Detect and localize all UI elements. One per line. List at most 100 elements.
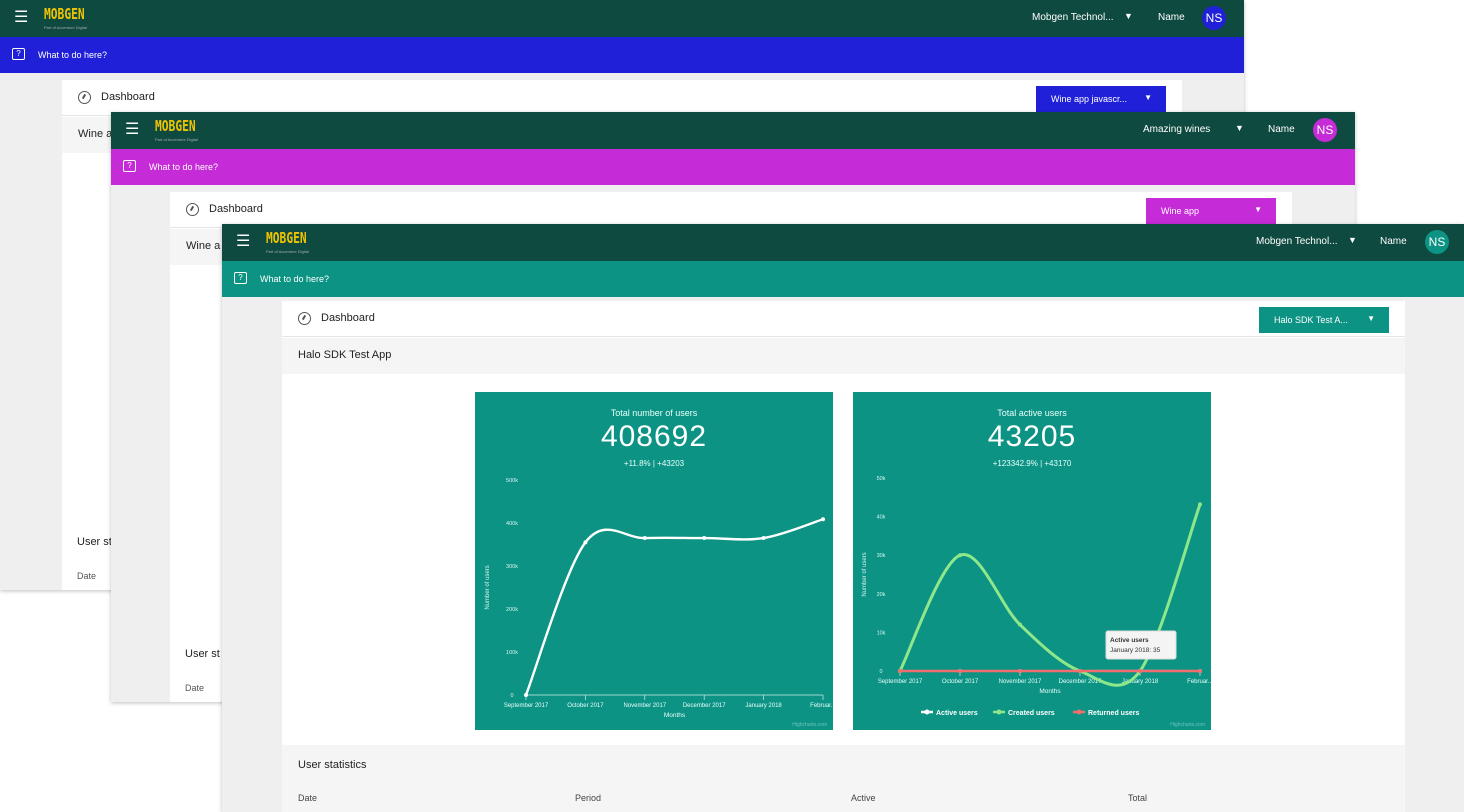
y-tick-label: 40k <box>877 515 886 521</box>
logo: MOBGEN <box>155 117 196 135</box>
caret-down-icon: ▼ <box>1367 314 1375 323</box>
top-bar: ☰ MOBGEN Part of Accenture Digital Mobge… <box>222 224 1464 261</box>
x-axis-label: Months <box>664 712 686 719</box>
app-selector-label: Wine app javascr... <box>1051 94 1128 104</box>
window-front: ☰ MOBGEN Part of Accenture Digital Mobge… <box>222 224 1464 812</box>
chart-credit[interactable]: Highcharts.com <box>1170 722 1205 728</box>
caret-down-icon[interactable]: ▼ <box>1124 11 1133 21</box>
top-bar: ☰ MOBGEN Part of Accenture Digital Amazi… <box>111 112 1355 149</box>
user-stats-title: User st <box>77 536 112 548</box>
y-tick-label: 300k <box>506 564 518 570</box>
logo-subtitle: Part of Accenture Digital <box>44 25 87 30</box>
user-name[interactable]: Name <box>1380 236 1407 247</box>
avatar[interactable]: NS <box>1425 230 1449 254</box>
chart-credit[interactable]: Highcharts.com <box>792 722 827 728</box>
date-header: Date <box>77 571 97 581</box>
top-bar: ☰ MOBGEN Part of Accenture Digital Mobge… <box>0 0 1244 37</box>
avatar[interactable]: NS <box>1202 6 1226 30</box>
org-selector[interactable]: Amazing wines <box>1143 124 1210 135</box>
app-selector-label: Wine app <box>1161 206 1200 216</box>
dashboard-header: Dashboard Wine app javascr... ▼ <box>62 80 1182 116</box>
user-name[interactable]: Name <box>1268 124 1295 135</box>
data-point <box>958 669 962 673</box>
x-tick-label: October 2017 <box>942 679 979 685</box>
data-point <box>761 536 766 541</box>
logo: MOBGEN <box>44 5 85 23</box>
y-tick-label: 30k <box>877 553 886 559</box>
date-header: Date <box>185 683 205 693</box>
tooltip-title: Active users <box>1110 637 1149 644</box>
app-title: Wine a <box>186 240 221 252</box>
y-axis-label: Number of users <box>485 565 491 609</box>
help-text: What to do here? <box>38 50 108 60</box>
y-tick-label: 50k <box>877 476 886 482</box>
data-point <box>1078 669 1082 673</box>
dashboard-header: Dashboard Halo SDK Test A... ▼ <box>282 301 1405 337</box>
series-line <box>524 518 824 696</box>
app-selector[interactable]: Wine app javascr... ▼ <box>1036 86 1166 112</box>
x-tick-label: November 2017 <box>999 679 1042 685</box>
dashboard-title: Dashboard <box>209 203 263 215</box>
chart-plot: 0 10k 20k 30k 40k 50k Number of users September… <box>862 476 1211 717</box>
dashboard-icon <box>186 203 199 216</box>
user-stats-title: User statistics <box>298 759 367 771</box>
x-tick-label: September 2017 <box>504 703 549 709</box>
app-selector[interactable]: Wine app ▼ <box>1146 198 1276 224</box>
tooltip-text: January 2018: 35 <box>1110 647 1161 654</box>
x-tick-label: Februar... <box>1187 679 1211 685</box>
data-point <box>1138 669 1142 673</box>
help-bar[interactable]: ? What to do here? <box>222 261 1464 297</box>
x-tick-label: September 2017 <box>878 679 923 685</box>
user-name[interactable]: Name <box>1158 12 1185 23</box>
help-bar[interactable]: ? What to do here? <box>0 37 1244 73</box>
menu-icon[interactable]: ☰ <box>125 121 139 139</box>
legend-marker <box>924 709 930 715</box>
x-tick-label: Februar... <box>810 703 833 709</box>
chart-active-users: Total active users 43205 +123342.9% | +4… <box>853 392 1211 730</box>
caret-down-icon[interactable]: ▼ <box>1235 123 1244 133</box>
avatar[interactable]: NS <box>1313 118 1337 142</box>
y-tick-label: 20k <box>877 592 886 598</box>
dashboard-card: Dashboard Halo SDK Test A... ▼ Halo SDK … <box>282 301 1405 812</box>
caret-down-icon: ▼ <box>1144 93 1152 102</box>
dashboard-title: Dashboard <box>321 312 375 324</box>
x-tick-label: November 2017 <box>623 703 666 709</box>
y-tick-label: 0 <box>510 693 513 699</box>
legend-label: Active users <box>936 710 978 717</box>
dashboard-header: Dashboard Wine app ▼ <box>170 192 1292 228</box>
y-tick-label: 0 <box>879 669 882 675</box>
dashboard-title: Dashboard <box>101 91 155 103</box>
y-tick-label: 400k <box>506 521 518 527</box>
chart-total-users: Total number of users 408692 +11.8% | +4… <box>475 392 833 730</box>
x-tick-label: December 2017 <box>683 703 726 709</box>
y-axis-label: Number of users <box>862 552 868 596</box>
help-icon: ? <box>12 48 25 60</box>
data-point <box>583 540 588 545</box>
y-tick-label: 100k <box>506 650 518 656</box>
org-selector[interactable]: Mobgen Technol... <box>1032 12 1114 23</box>
caret-down-icon[interactable]: ▼ <box>1348 235 1357 245</box>
x-axis-label: Months <box>1039 688 1061 695</box>
logo-subtitle: Part of Accenture Digital <box>266 249 309 254</box>
data-point <box>1198 669 1202 673</box>
help-icon: ? <box>234 272 247 284</box>
user-stats-title: User st <box>185 648 220 660</box>
data-point <box>642 536 647 541</box>
app-selector[interactable]: Halo SDK Test A... ▼ <box>1259 307 1389 333</box>
legend-label: Created users <box>1008 710 1055 717</box>
help-text: What to do here? <box>260 274 330 284</box>
help-icon: ? <box>123 160 136 172</box>
user-stats-row: User statistics <box>282 745 1405 812</box>
app-title: Wine a <box>78 128 113 140</box>
chart-plot: 0 100k 200k 300k 400k 500k Number of users Sept… <box>485 478 833 719</box>
menu-icon[interactable]: ☰ <box>236 233 250 251</box>
dashboard-icon <box>78 91 91 104</box>
help-bar[interactable]: ? What to do here? <box>111 149 1355 185</box>
app-title-row: Halo SDK Test App <box>282 338 1405 374</box>
menu-icon[interactable]: ☰ <box>14 9 28 27</box>
logo: MOBGEN <box>266 229 307 247</box>
app-title: Halo SDK Test App <box>298 349 392 361</box>
y-tick-label: 10k <box>877 630 886 636</box>
legend-marker <box>1076 709 1082 715</box>
org-selector[interactable]: Mobgen Technol... <box>1256 236 1338 247</box>
